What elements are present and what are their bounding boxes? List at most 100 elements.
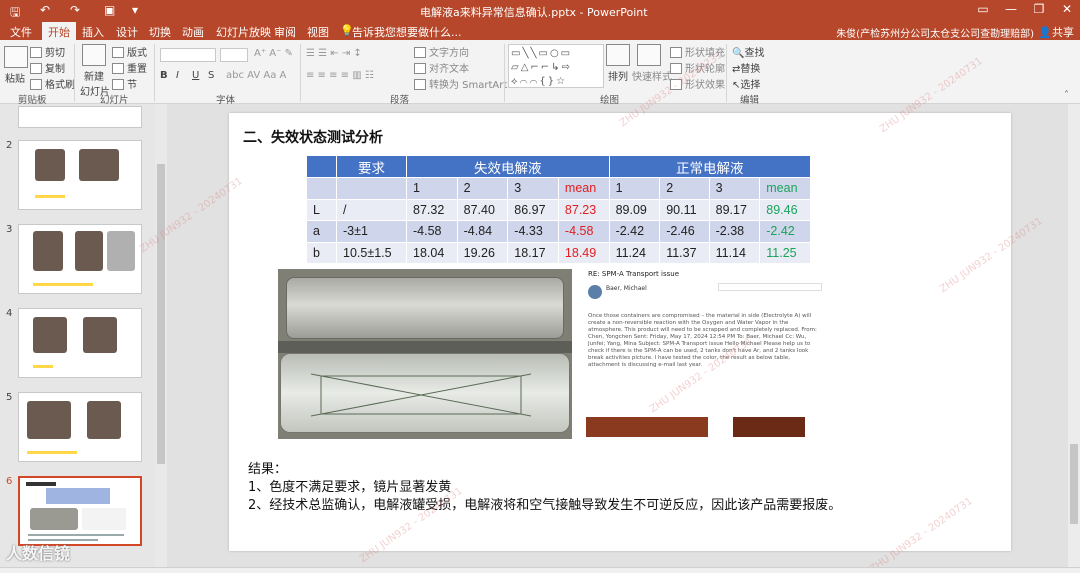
present-icon[interactable]: ▣ [104,3,115,17]
share-button[interactable]: 👤共享 [1038,24,1074,40]
bullets-icon[interactable]: ☰ ☰ ⇤ ⇥ ↕ [306,48,362,59]
collapse-ribbon-icon[interactable]: ˄ [1064,90,1069,101]
handwriting-marks [310,373,532,417]
separator [726,44,727,102]
table-header-row: 要求 失效电解液 正常电解液 [306,155,812,178]
tab-insert[interactable]: 插入 [82,24,104,40]
slide-thumbnail-5[interactable] [18,392,142,462]
table-header-cell [306,155,337,178]
slide-thumbnail-4[interactable] [18,308,142,378]
replace-button[interactable]: ⇄替换 [732,60,760,75]
italic-button[interactable]: I [176,70,179,81]
tab-review[interactable]: 审阅 [274,24,296,40]
editor-scrollbar[interactable] [1068,104,1080,567]
ribbon-display-icon[interactable]: ▭ [968,2,998,16]
tab-design[interactable]: 设计 [116,24,138,40]
find-button[interactable]: 🔍查找 [732,44,764,59]
reset-button[interactable]: 重置 [112,60,147,75]
thumbnail-scrollbar[interactable] [155,104,167,567]
thumbnail-photo [83,317,117,353]
slide-number: 2 [6,140,13,151]
table-header-cell: 要求 [336,155,407,178]
current-slide[interactable]: 二、失效状态测试分析 要求 失效电解液 正常电解液 1 2 3 mean 1 2… [229,113,1011,551]
email-screenshot[interactable]: RE: SPM-A Transport issue Baer, Michael … [584,269,824,439]
fill-icon [670,47,682,58]
thumbnail-photo [75,231,103,271]
table-subheader-row: 1 2 3 mean 1 2 3 mean [306,177,811,200]
customize-icon[interactable]: ▾ [132,3,138,17]
user-name[interactable]: 朱俊(产检苏州分公司太仓支公司查勘理赔部) [836,25,1034,40]
redo-icon[interactable]: ↷ [70,3,80,17]
restore-button[interactable]: ❐ [1024,2,1054,16]
shape-effects-button[interactable]: 形状效果 [670,76,725,91]
lens-strip-image [286,277,564,339]
table-cell [306,177,337,200]
ribbon: 粘贴 剪切 复制 格式刷 剪贴板 新建 幻灯片 版式 重置 节 幻灯片 A⁺ A… [0,40,1080,106]
arrange-icon [606,44,630,66]
font-size-select[interactable] [220,48,248,62]
slide-number: 5 [6,392,13,403]
thumbnail-photo [27,401,71,439]
table-cell: L [306,198,337,221]
table-header-cell: 正常电解液 [608,155,812,178]
format-painter-button[interactable]: 格式刷 [30,76,75,91]
window-title: 电解液a来料异常信息确认.pptx - PowerPoint [420,6,648,19]
person-icon: 👤 [1038,26,1052,39]
shape-outline-button[interactable]: 形状轮廓 [670,60,725,75]
results-text[interactable]: 结果： 1、色度不满足要求，镜片显著发黄 2、经技术总监确认，电解液罐受损，电解… [248,461,841,515]
section-button[interactable]: 节 [112,76,137,91]
table-cell: b [306,241,337,264]
copy-button[interactable]: 复制 [30,60,65,75]
new-slide-button[interactable]: 新建 幻灯片 [80,44,110,98]
color-test-table[interactable]: 要求 失效电解液 正常电解液 1 2 3 mean 1 2 3 mean L /… [306,155,812,264]
quick-styles-icon [637,44,661,66]
table-cell: 89.46 [759,198,811,221]
lens-sample-photo[interactable] [278,269,572,439]
tab-animations[interactable]: 动画 [182,24,204,40]
tab-slideshow[interactable]: 幻灯片放映 [216,24,271,40]
search-icon: 🔍 [732,48,745,59]
quick-styles-button[interactable]: 快速样式 [632,44,672,83]
paste-button[interactable]: 粘贴 [4,46,28,85]
scrollbar-thumb[interactable] [1070,444,1078,524]
undo-icon[interactable]: ↶ [40,3,50,17]
minimize-button[interactable]: — [996,2,1026,16]
save-icon[interactable]: 🖫 [10,3,20,24]
align-text-icon [414,63,426,74]
slide-thumbnail-6[interactable] [18,476,142,546]
shadow-button[interactable]: S [208,70,214,81]
underline-button[interactable]: U [192,70,199,81]
tab-home[interactable]: 开始 [42,22,76,40]
arrange-button[interactable]: 排列 [606,44,630,83]
smartart-button[interactable]: 转换为 SmartArt [414,76,507,91]
avatar [588,285,602,299]
close-button[interactable]: ✕ [1052,2,1080,16]
new-slide-icon [82,44,106,66]
slide-thumbnail-3[interactable] [18,224,142,294]
table-cell: -4.33 [507,220,559,243]
tell-me-input[interactable]: 告诉我您想要做什么... [352,24,462,40]
font-color-icon[interactable]: abc AV Aa A [226,70,286,81]
tab-view[interactable]: 视图 [307,24,329,40]
scrollbar-thumb[interactable] [157,164,165,464]
layout-button[interactable]: 版式 [112,44,147,59]
cut-button[interactable]: 剪切 [30,44,65,59]
table-cell [336,177,407,200]
slide-thumbnail-1[interactable] [18,106,142,128]
shape-fill-button[interactable]: 形状填充 [670,44,725,59]
table-cell: -2.38 [708,220,761,243]
tab-file[interactable]: 文件 [10,24,32,40]
text-direction-button[interactable]: 文字方向 [414,44,469,59]
select-button[interactable]: ↖选择 [732,76,760,91]
slide-thumbnail-2[interactable] [18,140,142,210]
align-icon[interactable]: ≡ ≡ ≡ ≡ ▥ ☷ [306,70,374,81]
bold-button[interactable]: B [160,70,168,81]
font-size-grow-icon[interactable]: A⁺ A⁻ ✎ [254,48,293,59]
status-bar [0,567,1080,573]
tab-transitions[interactable]: 切换 [149,24,171,40]
table-cell: mean [557,177,610,200]
slide-number-current: 6 [6,476,13,487]
align-text-button[interactable]: 对齐文本 [414,60,469,75]
shapes-gallery[interactable]: ▭╲╲▭○▭ ▱△⌐⌐↳⇨ ⟡⌒⌒{}☆ [508,44,604,88]
font-name-select[interactable] [160,48,216,62]
